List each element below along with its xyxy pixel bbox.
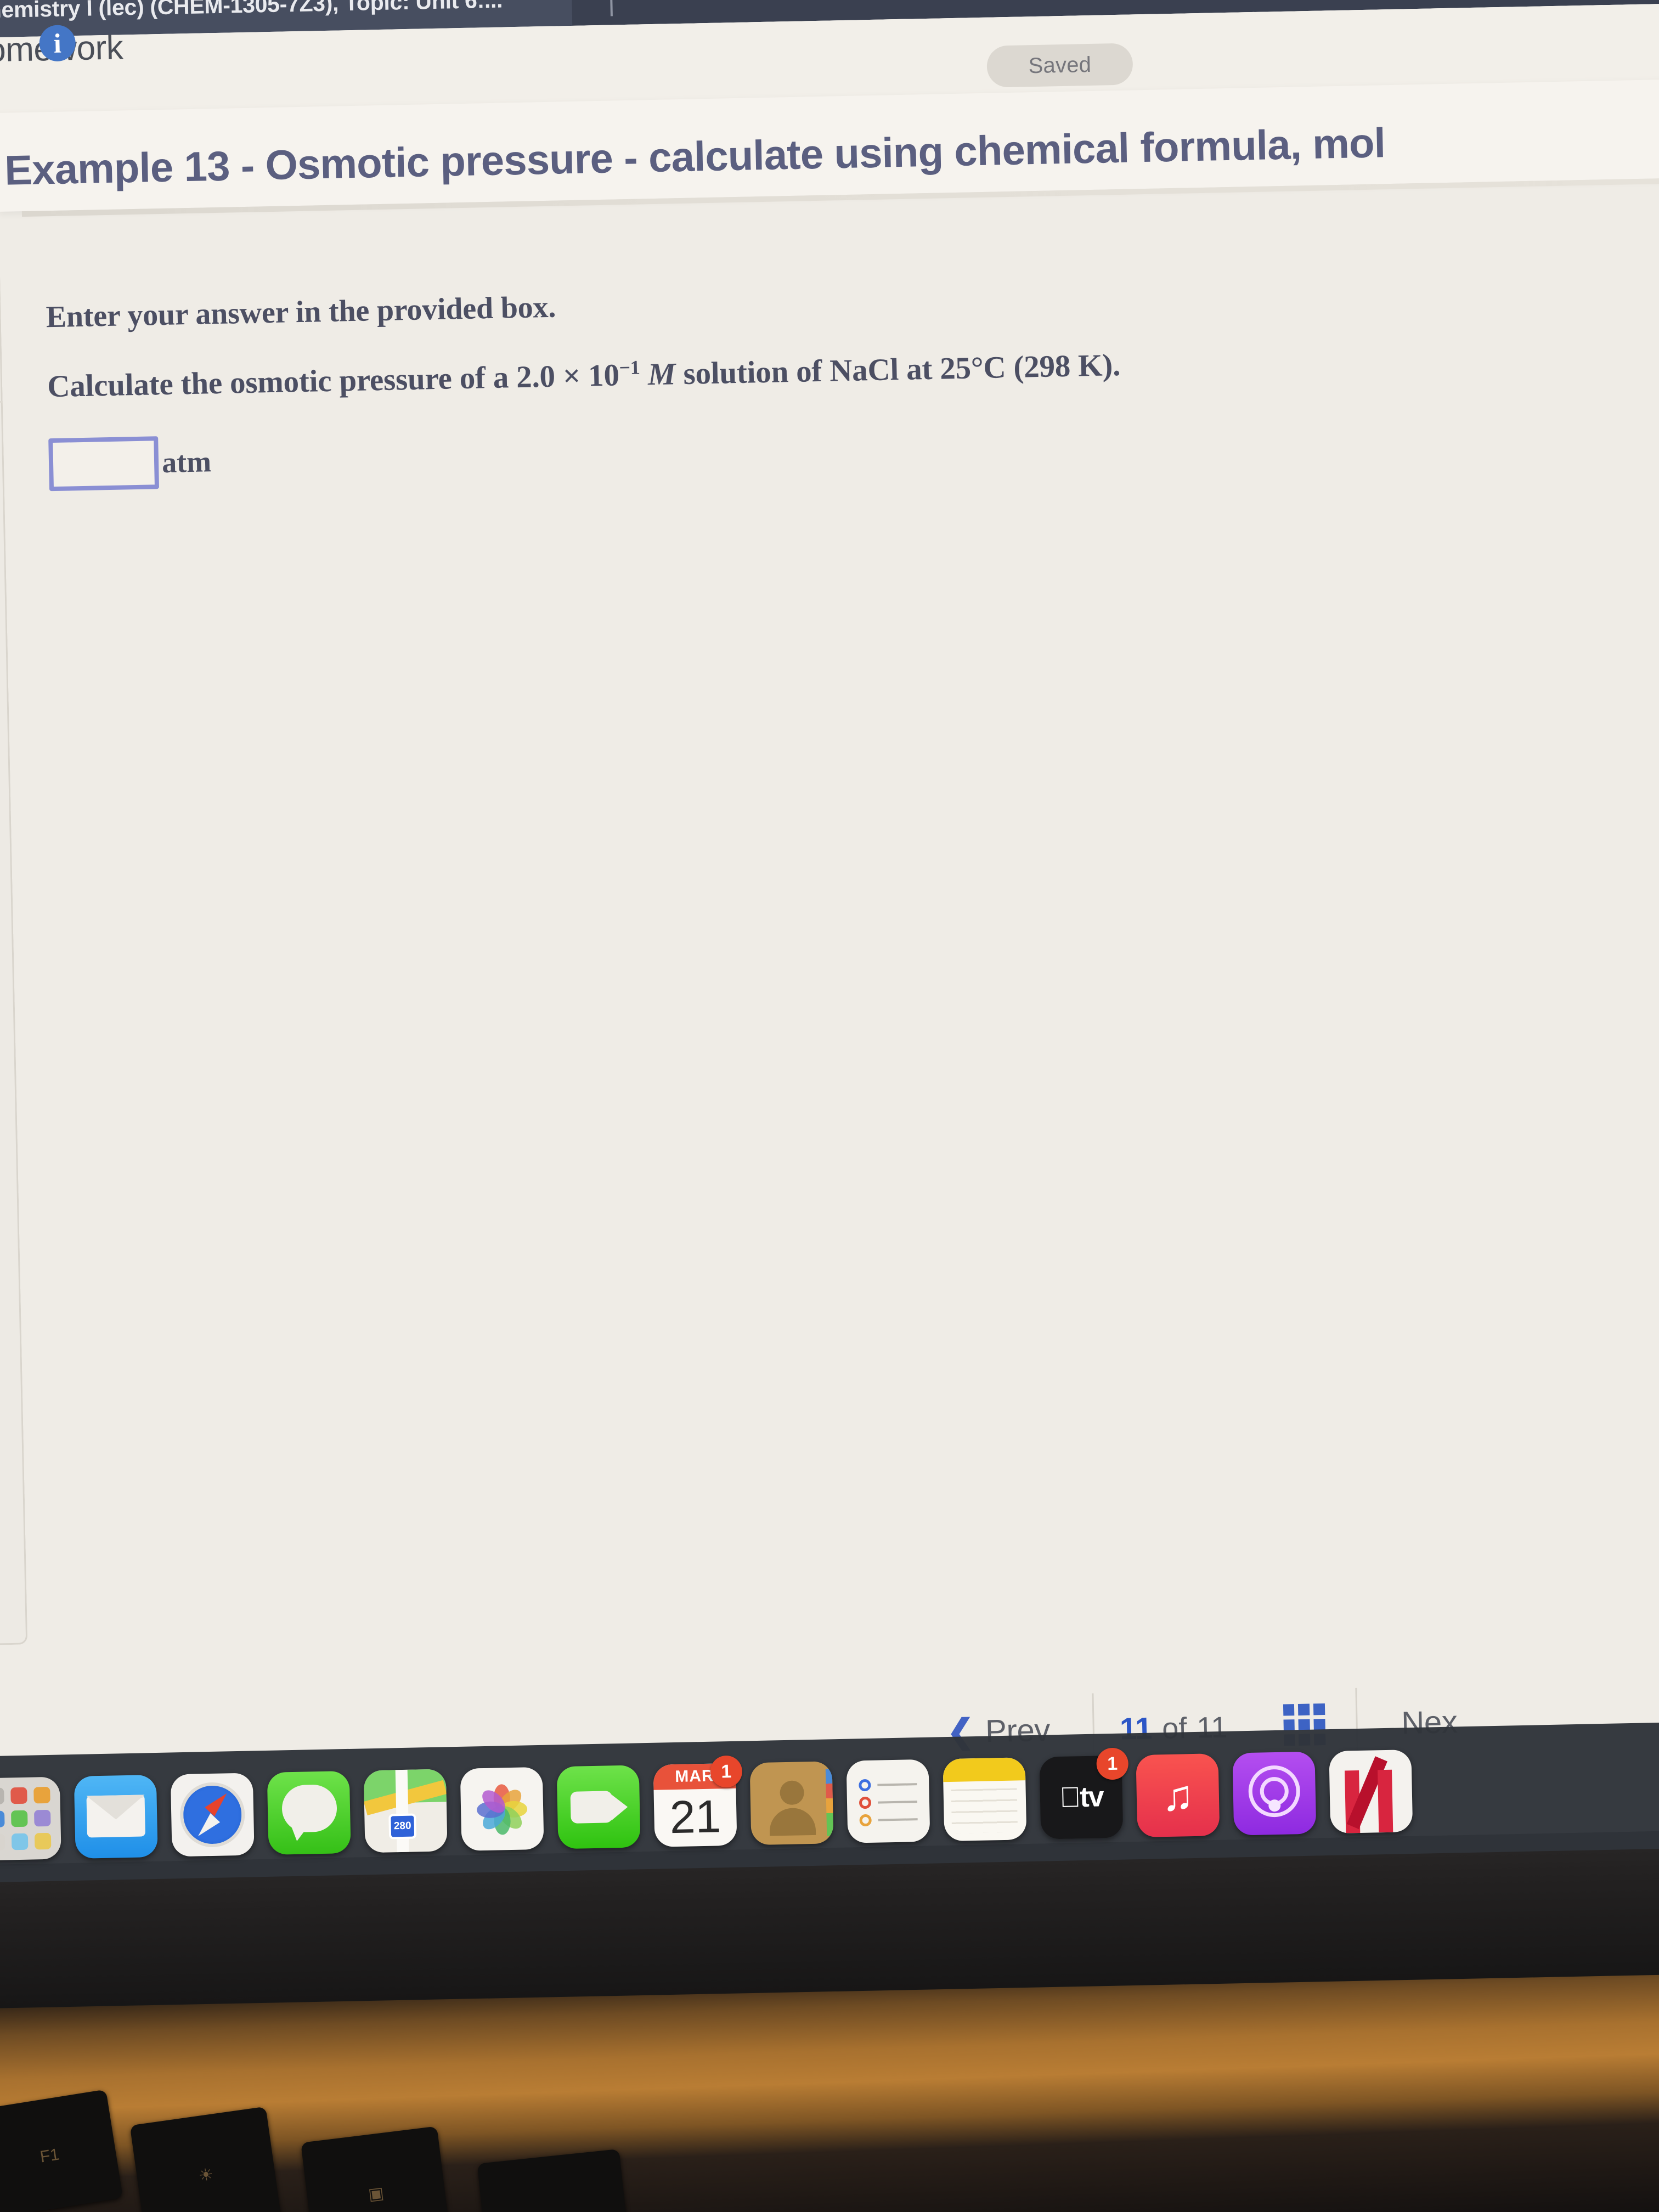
notes-icon[interactable] [943, 1757, 1027, 1842]
apple-tv-label: tv [1059, 1781, 1103, 1814]
question-prompt-exponent: −1 [619, 356, 641, 379]
launchpad-icon[interactable] [0, 1776, 61, 1861]
keyboard-key-brightness[interactable]: ☀ [129, 2106, 282, 2212]
calendar-icon[interactable]: 1 MAR 21 [653, 1755, 743, 1847]
maps-icon[interactable]: 280 [363, 1769, 448, 1853]
messages-icon[interactable] [267, 1770, 351, 1855]
status-badge: Saved [986, 43, 1133, 88]
answer-unit-label: atm [161, 445, 212, 479]
question-prompt-part1: Calculate the osmotic pressure of a 2.0 … [47, 358, 620, 404]
photo-of-laptop-screen: MacBook Air F1 ☀ ▣ ory Chemistry I (lec)… [0, 0, 1659, 2212]
tab-divider [610, 0, 613, 16]
contacts-icon[interactable] [749, 1761, 834, 1846]
answer-input[interactable] [48, 436, 160, 492]
question-prompt-part3: solution of NaCl at 25°C (298 K). [682, 347, 1121, 391]
keyboard-key-label: ▣ [367, 2184, 385, 2204]
reminders-icon[interactable] [846, 1759, 930, 1843]
laptop-screen: ory Chemistry I (lec) (CHEM-1305-7Z3), T… [0, 0, 1659, 1866]
keyboard-key-f1[interactable]: F1 [0, 2089, 123, 2212]
podcasts-icon[interactable] [1232, 1751, 1317, 1836]
music-note-glyph: ♫ [1161, 1770, 1194, 1820]
apple-tv-icon[interactable]: 1 tv [1039, 1747, 1129, 1839]
question-prompt-molarity-symbol: M [647, 357, 676, 392]
keyboard-key-label: F1 [38, 2145, 61, 2166]
keyboard-key-label: ☀ [197, 2165, 215, 2186]
mail-icon[interactable] [74, 1774, 158, 1859]
browser-tab-title: ory Chemistry I (lec) (CHEM-1305-7Z3), T… [0, 0, 503, 24]
photos-icon[interactable] [460, 1767, 544, 1851]
facetime-icon[interactable] [556, 1765, 641, 1849]
safari-icon[interactable] [170, 1773, 255, 1857]
calendar-badge: 1 [710, 1755, 743, 1788]
apple-tv-badge: 1 [1096, 1747, 1129, 1780]
question-prompt: Calculate the osmotic pressure of a 2.0 … [47, 338, 1529, 404]
calendar-day: 21 [669, 1790, 722, 1843]
music-icon[interactable]: ♫ [1136, 1753, 1220, 1838]
question-body: Enter your answer in the provided box. C… [46, 270, 1530, 492]
netflix-icon[interactable] [1329, 1750, 1413, 1834]
